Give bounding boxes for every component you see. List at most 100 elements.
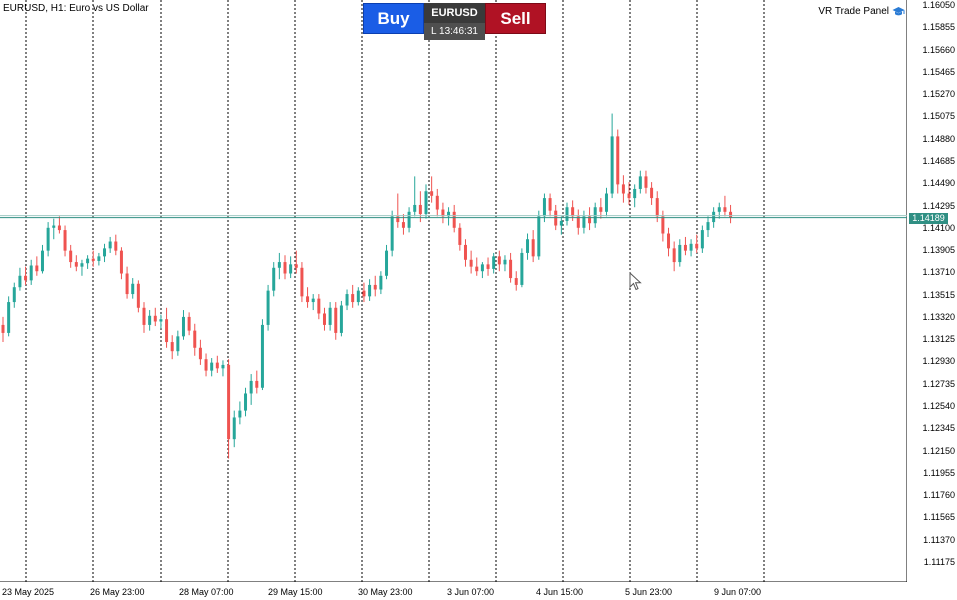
candle — [215, 355, 219, 373]
vr-trade-panel-title[interactable]: VR Trade Panel — [818, 6, 905, 17]
candle — [339, 300, 343, 337]
candle — [503, 255, 507, 272]
candle — [463, 239, 467, 267]
trade-panel-info: EURUSD L 13:46:31 — [424, 3, 485, 40]
candle-body — [108, 241, 112, 249]
candle — [187, 312, 191, 336]
date-tick-label: 9 Jun 07:00 — [714, 587, 762, 597]
candle-body — [667, 233, 671, 249]
candle-body — [503, 259, 507, 265]
candle-body — [604, 193, 608, 212]
candle — [351, 284, 355, 308]
candle-body — [322, 313, 326, 325]
candle-body — [390, 216, 394, 251]
candle — [69, 244, 73, 268]
candle-body — [119, 250, 123, 274]
candle-body — [165, 319, 169, 343]
candle — [447, 207, 451, 226]
candle — [317, 294, 321, 320]
candle — [497, 250, 501, 272]
candle-body — [91, 258, 95, 261]
candle-body — [729, 211, 733, 218]
candle — [729, 204, 733, 224]
candle — [294, 250, 298, 274]
candle-body — [210, 362, 214, 371]
price-tick-label: 1.14295 — [922, 200, 955, 211]
candle-body — [537, 216, 541, 257]
candle-body — [306, 296, 310, 303]
price-chart-area[interactable] — [0, 0, 907, 582]
candle-body — [435, 195, 439, 210]
date-tick-label: 30 May 23:00 — [358, 587, 413, 597]
candle-body — [565, 207, 569, 221]
candle-body — [159, 319, 163, 322]
candle — [159, 314, 163, 329]
price-tick-label: 1.11370 — [923, 534, 955, 545]
candle-body — [74, 262, 78, 267]
candle — [277, 252, 281, 280]
candle-body — [328, 307, 332, 325]
candle-body — [170, 342, 174, 352]
server-time: L 13:46:31 — [424, 23, 485, 40]
candle — [328, 302, 332, 331]
candle — [86, 255, 90, 269]
candle — [283, 255, 287, 280]
candle-body — [57, 225, 61, 231]
candle-body — [86, 258, 90, 264]
candle — [176, 330, 180, 356]
candle — [373, 275, 377, 297]
buy-button[interactable]: Buy — [363, 3, 424, 34]
date-tick-label: 5 Jun 23:00 — [625, 587, 673, 597]
candle-body — [480, 264, 484, 272]
price-tick-label: 1.11175 — [923, 557, 955, 567]
candle — [672, 241, 676, 272]
sell-button[interactable]: Sell — [485, 3, 546, 34]
candle — [520, 248, 524, 288]
candle-body — [311, 298, 315, 303]
price-tick-label: 1.14685 — [922, 155, 955, 166]
candle-body — [407, 211, 411, 228]
candle — [678, 239, 682, 267]
candle-body — [650, 187, 654, 199]
candle — [667, 227, 671, 257]
candle — [311, 294, 315, 311]
candle — [616, 129, 620, 194]
price-tick-label: 1.16050 — [922, 0, 955, 10]
candle-body — [514, 278, 518, 285]
candle — [266, 284, 270, 331]
candle-body — [294, 264, 298, 268]
candle — [385, 244, 389, 280]
candle — [7, 296, 11, 337]
candle — [700, 225, 704, 253]
candle-body — [542, 198, 546, 217]
candle — [272, 262, 276, 297]
candle-body — [29, 265, 33, 281]
candle-body — [385, 250, 389, 276]
candle — [193, 323, 197, 356]
candle-body — [103, 248, 107, 257]
candle — [40, 244, 44, 274]
candle — [345, 289, 349, 311]
candle-body — [559, 220, 563, 226]
candle — [441, 202, 445, 224]
candle — [142, 302, 146, 333]
price-tick-label: 1.15660 — [922, 44, 955, 55]
candle — [35, 256, 39, 276]
candle-body — [452, 211, 456, 228]
candle — [24, 266, 28, 285]
candle-body — [418, 204, 422, 215]
candle — [131, 278, 135, 299]
price-tick-label: 1.11565 — [923, 512, 955, 523]
symbol-title: EURUSD, H1: Euro vs US Dollar — [3, 3, 149, 14]
candle-body — [142, 307, 146, 325]
candle — [588, 207, 592, 231]
candle-body — [227, 364, 231, 440]
candle-body — [700, 230, 704, 249]
candle — [52, 218, 56, 240]
price-tick-label: 1.15465 — [922, 66, 955, 77]
candle — [582, 210, 586, 234]
candle — [148, 310, 152, 331]
candle-body — [599, 207, 603, 212]
candle — [18, 267, 22, 291]
candle — [514, 271, 518, 291]
